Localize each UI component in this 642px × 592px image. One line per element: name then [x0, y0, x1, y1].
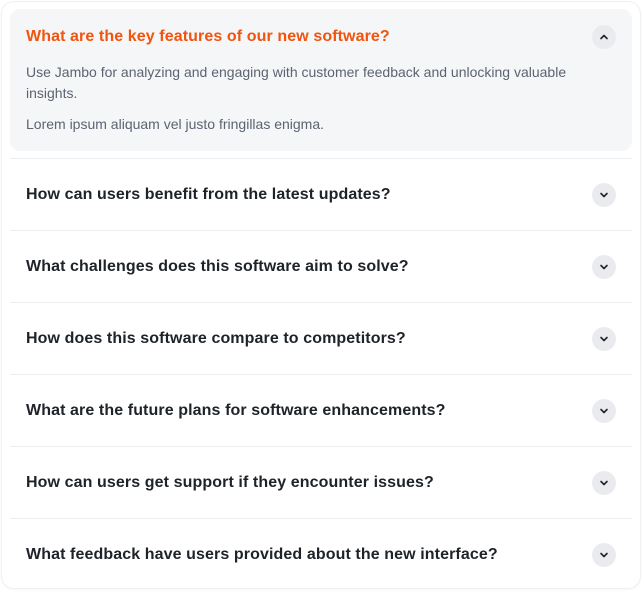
chevron-down-icon[interactable]: [592, 326, 616, 351]
faq-question: What feedback have users provided about …: [26, 545, 498, 563]
chevron-up-icon[interactable]: [592, 25, 616, 49]
faq-item-header[interactable]: What are the future plans for software e…: [10, 375, 632, 446]
faq-question: What are the future plans for software e…: [26, 401, 446, 419]
faq-question: How does this software compare to compet…: [26, 329, 406, 347]
faq-accordion: What are the key features of our new sof…: [2, 2, 640, 588]
faq-question: How can users get support if they encoun…: [26, 473, 434, 491]
faq-item-header[interactable]: What feedback have users provided about …: [10, 519, 632, 590]
faq-item-header[interactable]: How can users get support if they encoun…: [10, 447, 632, 518]
faq-item: How can users benefit from the latest up…: [10, 158, 632, 231]
faq-question: What are the key features of our new sof…: [26, 28, 390, 45]
faq-item: What challenges does this software aim t…: [10, 231, 632, 303]
faq-answer: Use Jambo for analyzing and engaging wit…: [10, 62, 632, 135]
faq-answer-paragraph: Lorem ipsum aliquam vel justo fringillas…: [26, 116, 325, 132]
faq-item-header[interactable]: How can users benefit from the latest up…: [10, 159, 632, 230]
faq-question: How can users benefit from the latest up…: [26, 185, 391, 203]
faq-item: What feedback have users provided about …: [10, 519, 632, 590]
faq-item-header[interactable]: What challenges does this software aim t…: [10, 231, 632, 302]
faq-item: How can users get support if they encoun…: [10, 447, 632, 519]
chevron-down-icon[interactable]: [592, 542, 616, 567]
chevron-down-icon[interactable]: [592, 398, 616, 423]
faq-item: What are the key features of our new sof…: [10, 9, 632, 151]
faq-item-header[interactable]: What are the key features of our new sof…: [10, 9, 632, 65]
faq-answer-paragraph: Use Jambo for analyzing and engaging wit…: [26, 64, 567, 101]
chevron-down-icon[interactable]: [592, 182, 616, 207]
faq-item: What are the future plans for software e…: [10, 375, 632, 447]
chevron-down-icon[interactable]: [592, 254, 616, 279]
faq-item: How does this software compare to compet…: [10, 303, 632, 375]
faq-question: What challenges does this software aim t…: [26, 257, 409, 275]
faq-item-header[interactable]: How does this software compare to compet…: [10, 303, 632, 374]
chevron-down-icon[interactable]: [592, 470, 616, 495]
